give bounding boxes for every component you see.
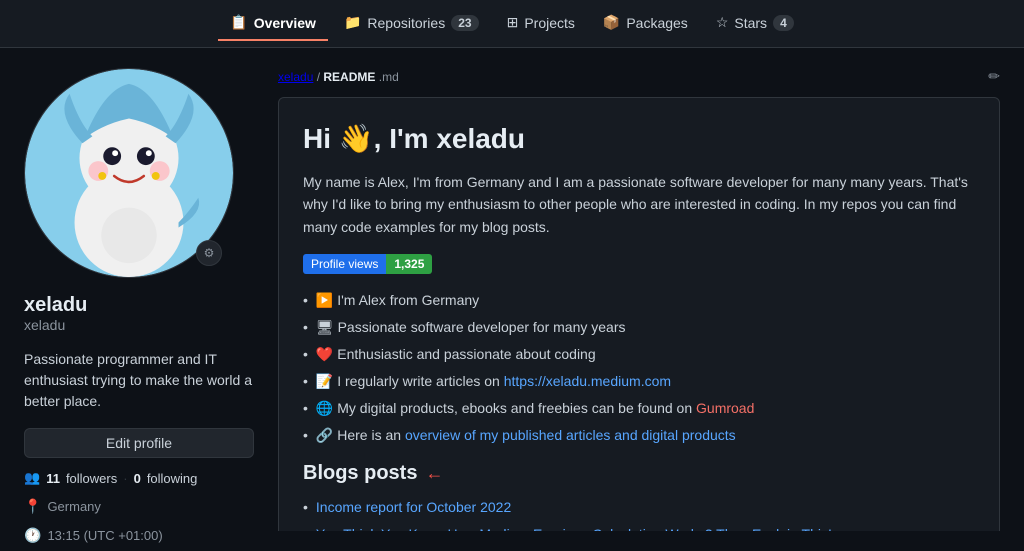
badge-label: Profile views [303, 254, 386, 274]
user-bio: Passionate programmer and IT enthusiast … [24, 349, 254, 412]
packages-icon: 📦 [603, 14, 620, 31]
list-item: You Think You Know How Medium Earnings C… [303, 524, 975, 531]
main-content: ⚙ xeladu xeladu Passionate programmer an… [0, 48, 1024, 551]
nav-tabs: 📋 Overview 📁 Repositories 23 ⊞ Projects … [218, 6, 806, 41]
blogs-section-title: Blogs posts ← [303, 462, 975, 485]
readme-content: Hi 👋, I'm xeladu My name is Alex, I'm fr… [278, 97, 1000, 531]
time-item: 🕐 13:15 (UTC +01:00) [24, 527, 254, 544]
breadcrumb-ext: .md [379, 70, 399, 84]
followers-line: 👥 11 followers · 0 following [24, 470, 254, 486]
list-item: Income report for October 2022 [303, 497, 975, 518]
list-item: ▶️ I'm Alex from Germany [303, 290, 975, 311]
list-item: 🖥 Passionate software developer for many… [303, 317, 975, 338]
readme-title: Hi 👋, I'm xeladu [303, 122, 975, 155]
location-text: Germany [47, 499, 100, 514]
tab-overview[interactable]: 📋 Overview [218, 6, 328, 41]
user-names: xeladu xeladu [24, 290, 254, 333]
edit-profile-button[interactable]: Edit profile [24, 428, 254, 458]
breadcrumb-file: README [323, 70, 375, 84]
articles-link[interactable]: overview of my published articles and di… [405, 427, 736, 443]
list-item: 🔗 Here is an overview of my published ar… [303, 425, 975, 446]
list-item: ❤️ Enthusiastic and passionate about cod… [303, 344, 975, 365]
breadcrumb-user[interactable]: xeladu [278, 70, 313, 84]
tab-projects[interactable]: ⊞ Projects [495, 6, 587, 41]
username-primary: xeladu [24, 294, 254, 317]
blog-post-link[interactable]: You Think You Know How Medium Earnings C… [316, 524, 832, 531]
right-content: xeladu / README .md ✏ Hi 👋, I'm xeladu M… [278, 68, 1000, 531]
location-icon: 📍 [24, 498, 41, 515]
repositories-badge: 23 [451, 15, 478, 31]
tab-packages[interactable]: 📦 Packages [591, 6, 700, 41]
medium-link[interactable]: https://xeladu.medium.com [504, 373, 671, 389]
tab-stars[interactable]: ☆ Stars 4 [704, 6, 806, 41]
followers-icon: 👥 [24, 470, 40, 486]
time-text: 13:15 (UTC +01:00) [47, 528, 162, 543]
list-item: 🌐 My digital products, ebooks and freebi… [303, 398, 975, 419]
stars-icon: ☆ [716, 14, 729, 31]
overview-icon: 📋 [230, 14, 247, 31]
blog-post-link[interactable]: Income report for October 2022 [316, 497, 511, 518]
arrow-decoration: ← [425, 463, 443, 484]
readme-bullet-list: ▶️ I'm Alex from Germany 🖥 Passionate so… [303, 290, 975, 446]
edit-icon[interactable]: ✏ [988, 68, 1000, 85]
left-sidebar: ⚙ xeladu xeladu Passionate programmer an… [24, 68, 254, 531]
following-label: following [147, 471, 198, 486]
blog-posts-list: Income report for October 2022 You Think… [303, 497, 975, 531]
clock-icon: 🕐 [24, 527, 41, 544]
followers-label: followers [66, 471, 117, 486]
stars-badge: 4 [773, 15, 794, 31]
repositories-icon: 📁 [344, 14, 361, 31]
username-secondary: xeladu [24, 317, 254, 333]
avatar-settings-icon[interactable]: ⚙ [196, 240, 222, 266]
projects-icon: ⊞ [507, 14, 519, 31]
list-item: 📝 I regularly write articles on https://… [303, 371, 975, 392]
readme-intro: My name is Alex, I'm from Germany and I … [303, 171, 975, 238]
profile-views-badge: Profile views 1,325 [303, 254, 432, 274]
badge-count: 1,325 [386, 254, 432, 274]
breadcrumb: xeladu / README .md [278, 70, 399, 84]
gumroad-link[interactable]: Gumroad [696, 400, 754, 416]
location-item: 📍 Germany [24, 498, 254, 515]
tab-repositories[interactable]: 📁 Repositories 23 [332, 6, 491, 41]
readme-header: xeladu / README .md ✏ [278, 68, 1000, 85]
top-navigation: 📋 Overview 📁 Repositories 23 ⊞ Projects … [0, 0, 1024, 48]
